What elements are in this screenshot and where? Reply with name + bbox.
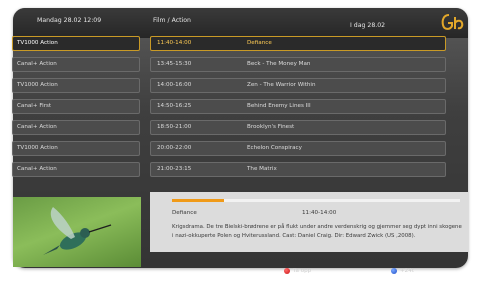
program-time: 14:00-16:00 [157, 82, 192, 88]
header-today: I dag 28.02 [350, 22, 386, 29]
program-item[interactable]: 18:50-21:00 Brooklyn's Finest [150, 120, 446, 135]
program-item[interactable]: 14:50-16:25 Behind Enemy Lines III [150, 99, 446, 114]
program-item[interactable]: 11:40-14:00 Defiance [150, 36, 446, 51]
program-title: Defiance [247, 40, 272, 46]
preview-thumbnail [13, 197, 141, 267]
program-time: 21:00-23:15 [157, 166, 192, 172]
program-title: Zen - The Warrior Within [247, 82, 316, 88]
channel-item[interactable]: TV1000 Action [12, 78, 140, 93]
program-title: Echelon Conspiracy [247, 145, 302, 151]
channel-item[interactable]: Canal+ Action [12, 162, 140, 177]
program-progress-bar [172, 199, 460, 202]
plus24-button[interactable]: +24t [391, 268, 414, 274]
program-title: The Matrix [247, 166, 277, 172]
record-label: Ta opp [293, 268, 312, 274]
program-time: 20:00-22:00 [157, 145, 192, 151]
program-item[interactable]: 20:00-22:00 Echelon Conspiracy [150, 141, 446, 156]
channel-item[interactable]: Canal+ First [12, 99, 140, 114]
info-description: Krigsdrama. De tre Bielski-brødrene er p… [172, 224, 462, 239]
program-title: Brooklyn's Finest [247, 124, 295, 130]
channel-item[interactable]: TV1000 Action [12, 141, 140, 156]
program-title: Behind Enemy Lines III [247, 103, 311, 109]
channel-item[interactable]: Canal+ Action [12, 120, 140, 135]
info-time: 11:40-14:00 [302, 210, 337, 216]
plus24-label: +24t [400, 268, 414, 274]
blue-button-icon [391, 268, 397, 274]
program-time: 14:50-16:25 [157, 103, 192, 109]
channel-item[interactable]: TV1000 Action [12, 36, 140, 51]
program-time: 13:45-15:30 [157, 61, 192, 67]
operator-logo-icon [439, 11, 465, 33]
program-time: 11:40-14:00 [157, 40, 192, 46]
program-progress-fill [172, 199, 224, 202]
record-button[interactable]: Ta opp [284, 268, 311, 274]
program-item[interactable]: 14:00-16:00 Zen - The Warrior Within [150, 78, 446, 93]
header-bar: Mandag 28.02 12:09 Film / Action I dag 2… [13, 8, 468, 38]
channel-item[interactable]: Canal+ Action [12, 57, 140, 72]
program-time: 18:50-21:00 [157, 124, 192, 130]
hummingbird-image [43, 207, 112, 255]
info-title: Defiance [172, 210, 197, 216]
header-datetime: Mandag 28.02 12:09 [37, 17, 102, 24]
program-title: Beck - The Money Man [247, 61, 311, 67]
red-button-icon [284, 268, 290, 274]
program-item[interactable]: 21:00-23:15 The Matrix [150, 162, 446, 177]
header-category: Film / Action [153, 17, 191, 24]
program-item[interactable]: 13:45-15:30 Beck - The Money Man [150, 57, 446, 72]
